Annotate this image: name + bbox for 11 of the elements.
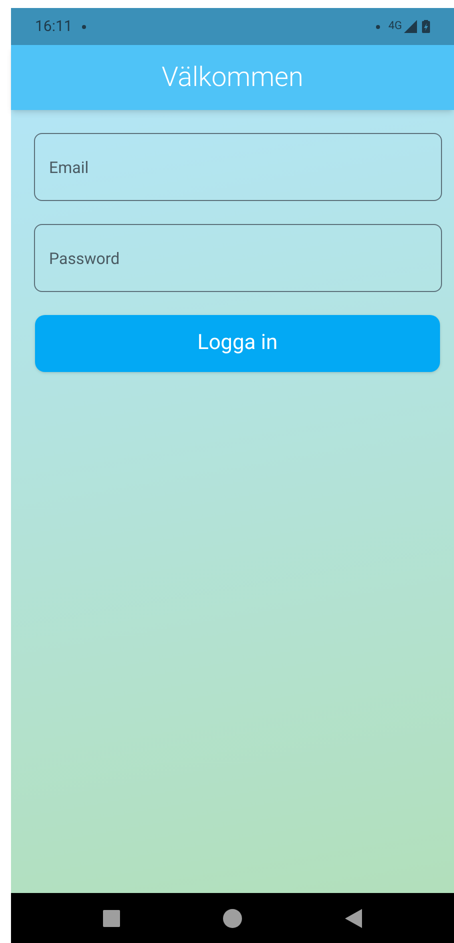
network-type: 4G bbox=[388, 18, 402, 34]
signal-icon bbox=[404, 20, 417, 33]
back-icon[interactable] bbox=[345, 908, 362, 928]
recents-icon[interactable] bbox=[102, 910, 120, 926]
app-title: Välkommen bbox=[162, 60, 304, 96]
clock: 16:11 bbox=[35, 16, 72, 38]
email-field[interactable]: Email bbox=[34, 133, 442, 201]
home-icon[interactable] bbox=[222, 908, 242, 928]
battery-icon bbox=[422, 20, 430, 33]
login-button[interactable]: Logga in bbox=[35, 315, 440, 372]
password-field[interactable]: Password bbox=[34, 224, 442, 292]
